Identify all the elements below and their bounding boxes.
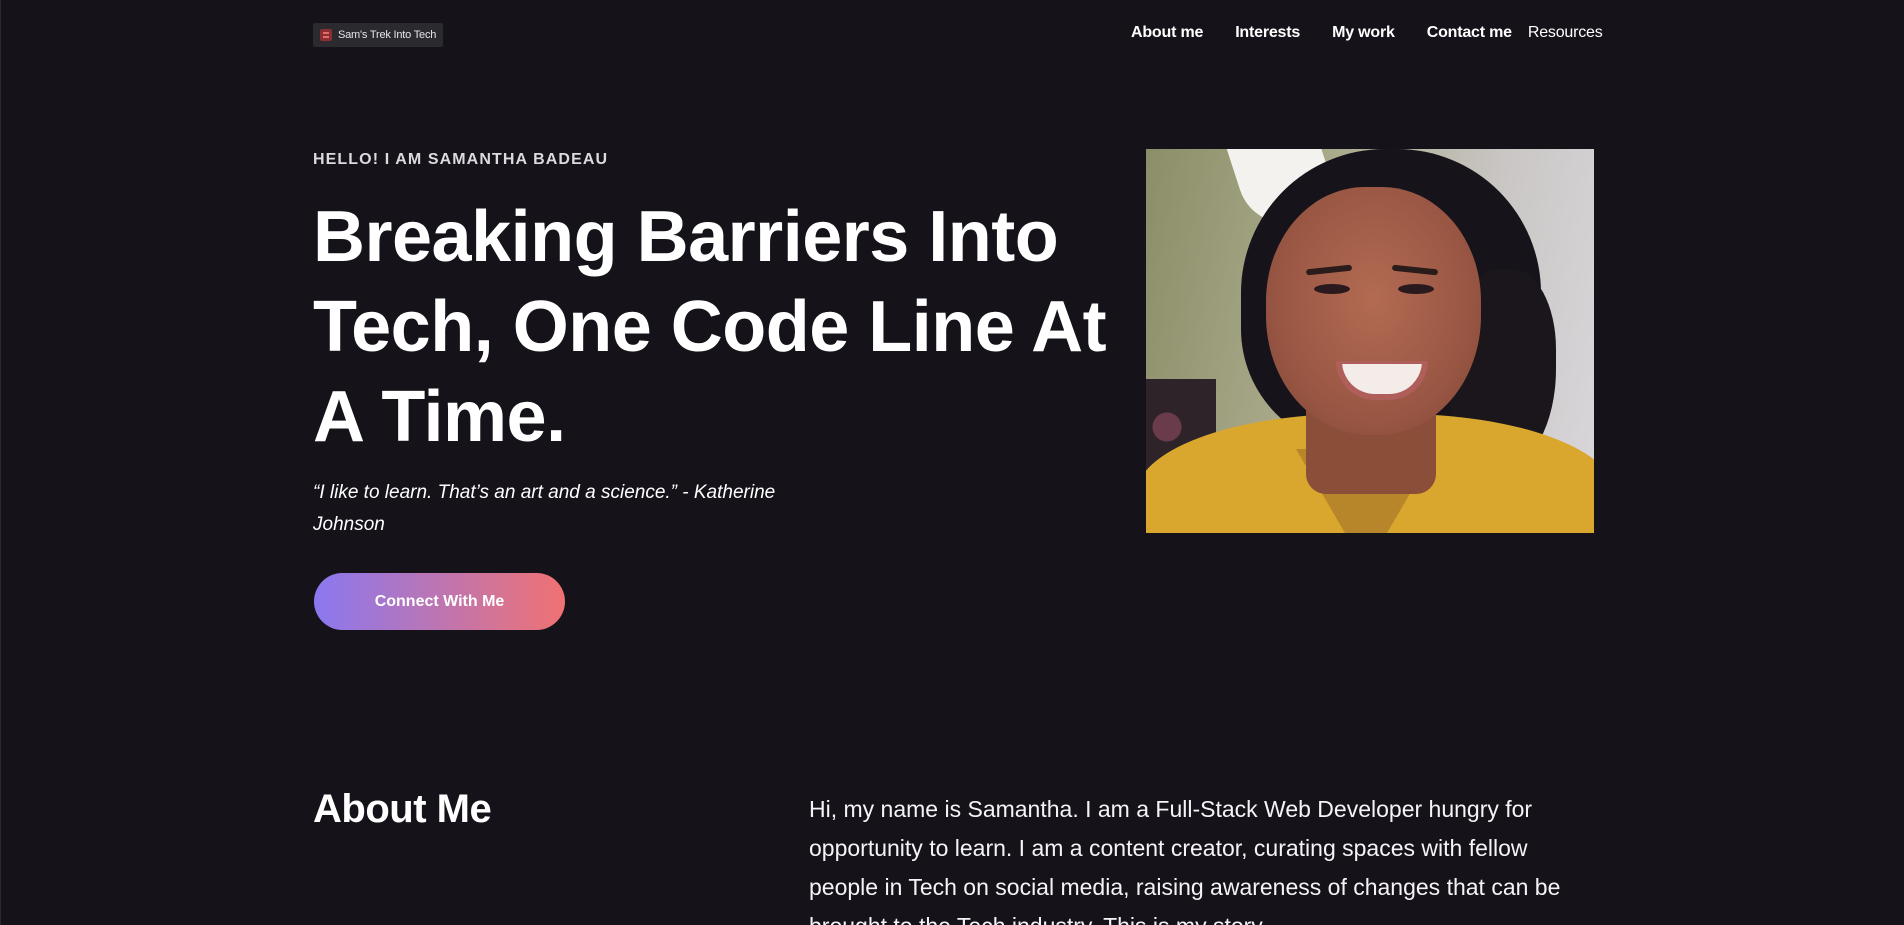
nav-about-me[interactable]: About me bbox=[1131, 24, 1203, 42]
nav-my-work[interactable]: My work bbox=[1332, 24, 1395, 42]
site-logo[interactable]: Sam's Trek Into Tech bbox=[313, 23, 444, 47]
hero-quote: “I like to learn. That’s an art and a sc… bbox=[313, 482, 776, 535]
about-me-heading: About Me bbox=[313, 787, 492, 831]
nav-contact-me[interactable]: Contact me bbox=[1427, 24, 1512, 42]
photo-left-eye bbox=[1314, 284, 1350, 294]
about-me-text: Hi, my name is Samantha. I am a Full-Sta… bbox=[809, 796, 1561, 925]
page: Sam's Trek Into Tech About me Interests … bbox=[0, 0, 1904, 925]
connect-with-me-button[interactable]: Connect With Me bbox=[314, 573, 565, 630]
nav-interests[interactable]: Interests bbox=[1235, 24, 1300, 42]
hero-eyebrow: HELLO! I AM SAMANTHA BADEAU bbox=[313, 151, 609, 168]
logo-text: Sam's Trek Into Tech bbox=[338, 29, 437, 41]
photo-right-eye bbox=[1398, 284, 1434, 294]
main-nav: About me Interests My work Contact me Re… bbox=[1131, 22, 1603, 44]
nav-resources[interactable]: Resources bbox=[1528, 24, 1603, 42]
profile-photo bbox=[1146, 149, 1594, 533]
logo-icon bbox=[320, 29, 332, 41]
hero-title: Breaking Barriers Into Tech, One Code Li… bbox=[313, 197, 1107, 457]
